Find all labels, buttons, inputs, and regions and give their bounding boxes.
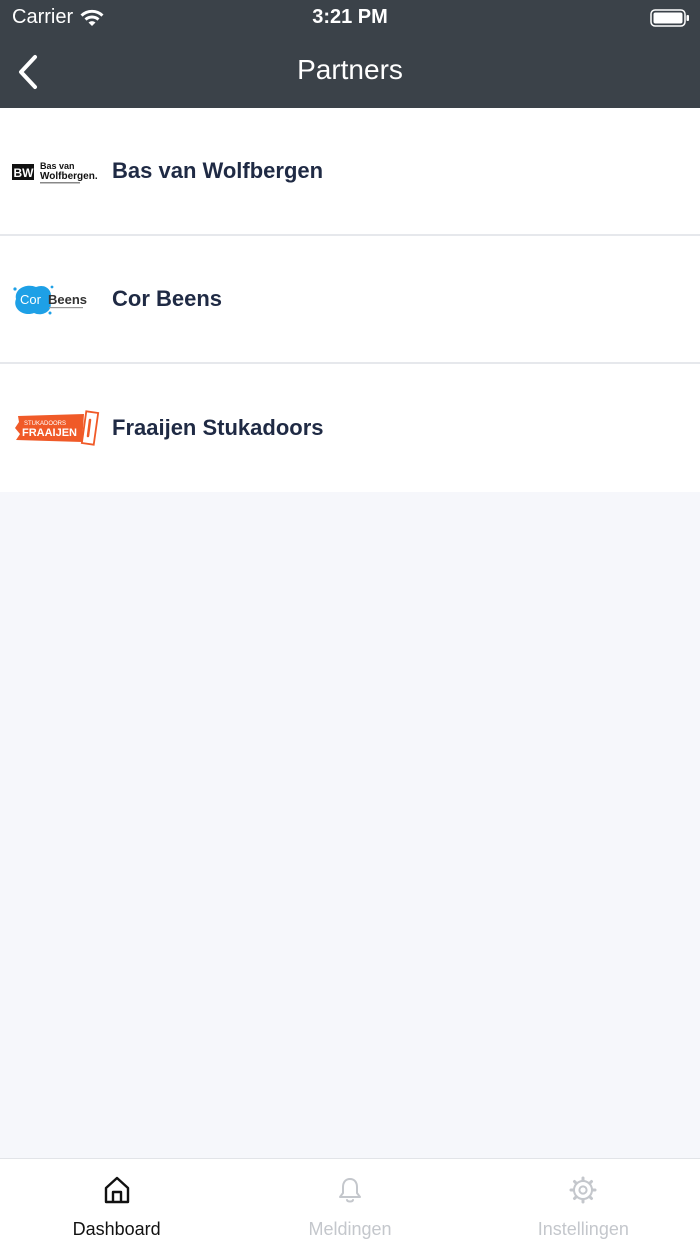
svg-text:BW: BW [14, 166, 35, 180]
top-bar: Carrier 3:21 PM Partners [0, 0, 700, 108]
page-title: Partners [297, 54, 403, 85]
svg-text:Beens: Beens [48, 292, 87, 307]
tab-instellingen[interactable]: Instellingen [467, 1159, 700, 1244]
partner-name: Fraaijen Stukadoors [112, 415, 324, 440]
fraaijen-stukadoors-logo: STUKADOORS FRAAIJEN [12, 408, 100, 448]
gear-icon [569, 1176, 597, 1204]
battery-icon [650, 9, 689, 27]
bas-van-wolfbergen-logo: BW Bas van Wolfbergen. [12, 151, 100, 191]
cor-beens-logo: Cor Beens [12, 279, 100, 319]
home-icon [104, 1176, 129, 1204]
tab-dashboard[interactable]: Dashboard [0, 1159, 233, 1244]
partner-name: Bas van Wolfbergen [112, 158, 324, 183]
bell-icon [338, 1178, 361, 1203]
svg-text:Cor: Cor [20, 292, 42, 307]
tab-meldingen[interactable]: Meldingen [233, 1159, 466, 1244]
svg-text:Bas van: Bas van [40, 161, 75, 171]
partner-row-cor-beens[interactable]: Cor Beens Cor Beens [0, 236, 700, 364]
tab-bar: Dashboard Meldingen Instellingen [0, 1158, 700, 1244]
navigation-bar: Partners [0, 40, 700, 108]
status-time: 3:21 PM [312, 6, 388, 28]
partner-list: BW Bas van Wolfbergen. Bas van Wolfberge… [0, 108, 700, 492]
status-bar: Carrier 3:21 PM [0, 0, 700, 40]
svg-text:Wolfbergen.: Wolfbergen. [40, 171, 98, 182]
partner-row-fraaijen-stukadoors[interactable]: STUKADOORS FRAAIJEN Fraaijen Stukadoors [0, 364, 700, 492]
partner-name: Cor Beens [112, 286, 223, 311]
tab-label: Dashboard [72, 1219, 161, 1239]
tab-label: Instellingen [537, 1219, 629, 1239]
partner-row-bas-van-wolfbergen[interactable]: BW Bas van Wolfbergen. Bas van Wolfberge… [0, 108, 700, 236]
tab-label: Meldingen [308, 1219, 392, 1239]
svg-text:FRAAIJEN: FRAAIJEN [22, 427, 77, 439]
